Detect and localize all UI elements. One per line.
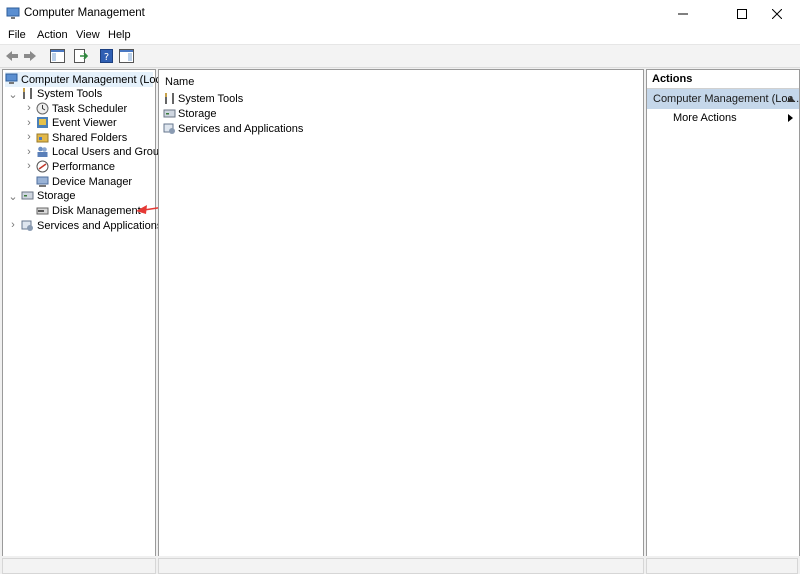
tree-item-label: System Tools: [37, 87, 103, 100]
tree-item-event-viewer[interactable]: Event Viewer: [36, 115, 117, 130]
status-segment: [2, 558, 156, 574]
system-tools-icon: [165, 93, 174, 104]
list-item-label: Storage: [178, 107, 217, 120]
window-title: Computer Management: [24, 7, 145, 19]
menu-action[interactable]: Action: [37, 29, 68, 41]
clock-icon: [36, 102, 49, 115]
close-button[interactable]: [754, 0, 800, 27]
tree-item-label: Storage: [37, 189, 76, 202]
event-viewer-icon: [37, 117, 48, 128]
actions-section-computer-management[interactable]: Computer Management (Loc...: [647, 89, 800, 109]
chevron-down-icon[interactable]: ⌄: [8, 89, 17, 101]
show-action-pane-button[interactable]: [117, 47, 135, 65]
storage-icon: [21, 191, 34, 200]
tree-item-computer-management[interactable]: Computer Management (Local): [5, 72, 173, 87]
list-item-services-applications[interactable]: Services and Applications: [163, 121, 303, 136]
tree-item-label: Services and Applications: [37, 219, 163, 232]
disk-management-icon: [36, 207, 49, 215]
svg-text:?: ?: [103, 52, 108, 63]
menu-file[interactable]: File: [8, 29, 26, 41]
menu-view[interactable]: View: [76, 29, 100, 41]
toolbar: ?: [0, 45, 800, 68]
tree-item-label: Disk Management: [52, 204, 141, 217]
back-button[interactable]: [4, 47, 20, 65]
services-icon: [163, 123, 175, 134]
list-item-label: System Tools: [178, 92, 244, 105]
tree-item-disk-management[interactable]: Disk Management: [36, 203, 141, 218]
help-icon: ?: [99, 49, 113, 63]
tree-item-label: Device Manager: [52, 175, 133, 188]
help-button[interactable]: ?: [98, 47, 114, 65]
tree-item-label: Performance: [52, 160, 115, 173]
forward-arrow-icon: [24, 51, 36, 61]
more-actions-link[interactable]: More Actions: [673, 112, 737, 124]
tree-item-task-scheduler[interactable]: Task Scheduler: [36, 101, 127, 116]
shared-folder-icon: [36, 133, 49, 143]
actions-header: Actions: [647, 70, 799, 89]
actions-title: Actions: [652, 73, 693, 85]
export-list-button[interactable]: [72, 47, 90, 65]
status-segment: [158, 558, 644, 574]
list-item-system-tools[interactable]: System Tools: [163, 91, 243, 106]
show-hide-tree-button[interactable]: [48, 47, 66, 65]
minimize-button[interactable]: [660, 0, 706, 27]
tree-item-label: Event Viewer: [52, 116, 117, 129]
results-pane: Name System Tools Storage Services and A…: [158, 69, 644, 557]
tree-item-local-users-groups[interactable]: Local Users and Groups: [36, 144, 171, 159]
menu-bar: File Action View Help: [0, 27, 800, 45]
submenu-arrow-icon: [788, 114, 793, 122]
tree-item-label: Local Users and Groups: [52, 145, 171, 158]
tree-item-performance[interactable]: Performance: [36, 159, 115, 174]
menu-help[interactable]: Help: [108, 29, 131, 41]
title-bar: Computer Management: [0, 0, 800, 27]
chevron-right-icon[interactable]: ›: [25, 146, 33, 158]
forward-button[interactable]: [22, 47, 38, 65]
device-manager-icon: [36, 176, 49, 187]
chevron-right-icon[interactable]: ›: [9, 219, 17, 231]
tree-item-device-manager[interactable]: Device Manager: [36, 174, 132, 189]
status-bar: [0, 556, 800, 574]
system-tools-icon: [23, 88, 32, 99]
services-icon: [21, 220, 33, 231]
minimize-icon: [678, 13, 688, 14]
performance-icon: [36, 160, 49, 173]
tree-item-storage[interactable]: Storage: [21, 188, 76, 203]
console-tree-pane: Computer Management (Local) ⌄ System Too…: [2, 69, 173, 557]
chevron-right-icon[interactable]: ›: [25, 117, 33, 129]
close-icon: [772, 8, 782, 19]
maximize-icon: [737, 8, 747, 19]
list-item-storage[interactable]: Storage: [163, 106, 217, 121]
tree-item-label: Shared Folders: [52, 131, 128, 144]
chevron-down-icon[interactable]: ⌄: [8, 191, 17, 203]
column-header-name[interactable]: Name: [165, 76, 194, 88]
tree-item-label: Task Scheduler: [52, 102, 128, 115]
action-pane-icon: [118, 49, 134, 63]
chevron-right-icon[interactable]: ›: [25, 160, 33, 172]
actions-section-label: Computer Management (Loc...: [653, 93, 800, 105]
tree-item-services-applications[interactable]: Services and Applications: [21, 218, 162, 233]
tree-item-label: Computer Management (Local): [21, 73, 174, 86]
users-icon: [37, 146, 48, 157]
export-icon: [73, 49, 88, 63]
chevron-right-icon[interactable]: ›: [25, 131, 33, 143]
computer-management-icon: [6, 7, 20, 19]
chevron-right-icon[interactable]: ›: [25, 102, 33, 114]
tree-item-system-tools[interactable]: System Tools: [21, 86, 102, 101]
storage-icon: [163, 109, 176, 118]
collapse-up-icon[interactable]: [787, 96, 795, 102]
list-item-label: Services and Applications: [178, 122, 304, 135]
console-tree-icon: [49, 49, 65, 63]
actions-pane: Actions Computer Management (Loc... More…: [646, 69, 800, 557]
computer-management-icon: [5, 73, 18, 84]
back-arrow-icon: [6, 51, 18, 61]
tree-item-shared-folders[interactable]: Shared Folders: [36, 130, 127, 145]
status-segment: [646, 558, 798, 574]
